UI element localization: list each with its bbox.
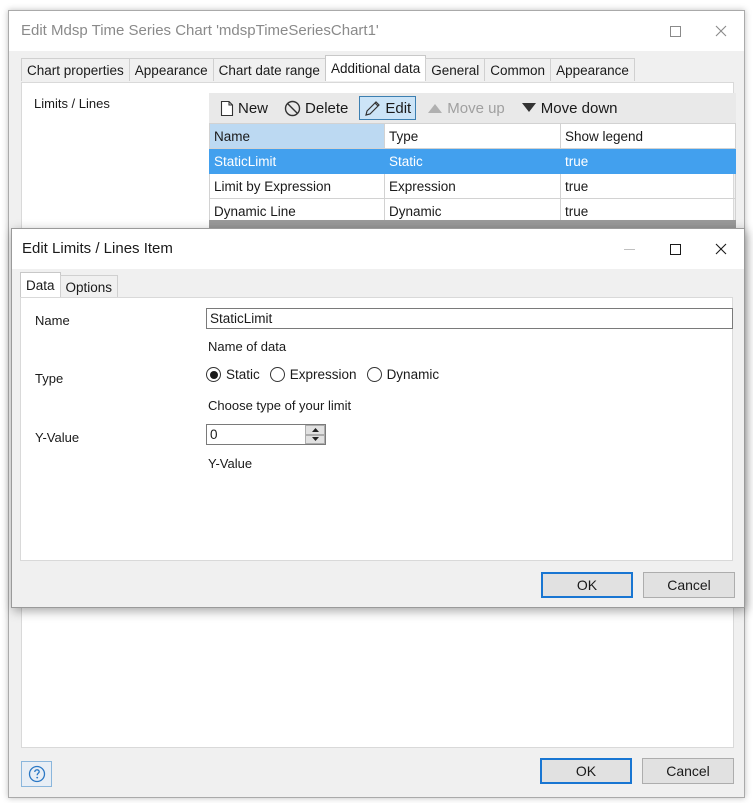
spin-down-button[interactable] [305,434,325,444]
delete-icon [284,100,301,117]
move-down-button[interactable]: Move down [516,96,623,120]
tab-common[interactable]: Common [484,58,552,81]
inner-titlebar: Edit Limits / Lines Item [12,229,744,269]
table-row[interactable]: Limit by Expression Expression true [209,173,736,199]
minimize-icon [623,248,635,250]
outer-titlebar: Edit Mdsp Time Series Chart 'mdspTimeSer… [9,11,744,51]
limits-table: Name Type Show legend StaticLimit Static… [209,123,736,224]
type-label: Type [35,371,64,386]
name-label: Name [35,313,70,328]
column-header-name[interactable]: Name [209,123,385,149]
radio-expression[interactable]: Expression [269,367,357,382]
outer-window-title: Edit Mdsp Time Series Chart 'mdspTimeSer… [21,22,379,39]
edit-limits-item-dialog: Edit Limits / Lines Item Data Options Na… [11,228,745,608]
name-hint: Name of data [208,339,287,354]
new-document-icon [220,100,234,117]
tab-appearance-2[interactable]: Appearance [550,58,635,81]
column-header-show-legend[interactable]: Show legend [560,123,736,149]
type-radio-group: Static Expression Dynamic [206,367,449,382]
tab-data[interactable]: Data [20,272,61,298]
close-icon [715,25,727,37]
inner-cancel-button[interactable]: Cancel [643,572,735,598]
inner-tab-bar: Data Options [20,272,119,298]
radio-dynamic-indicator[interactable] [366,367,382,382]
inner-ok-button[interactable]: OK [541,572,633,598]
outer-cancel-button[interactable]: Cancel [642,758,734,784]
table-row[interactable]: StaticLimit Static true [209,148,736,174]
delete-button[interactable]: Delete [279,96,353,120]
name-input[interactable] [206,308,733,329]
tab-options[interactable]: Options [59,275,119,298]
pencil-icon [364,100,381,117]
outer-close-button[interactable] [698,11,744,51]
outer-maximize-button[interactable] [652,11,698,51]
outer-tab-bar: Chart properties Appearance Chart date r… [21,55,635,82]
close-icon [715,243,727,255]
tab-chart-date-range[interactable]: Chart date range [212,58,326,81]
tab-chart-properties[interactable]: Chart properties [21,58,130,81]
maximize-icon [669,25,681,37]
yvalue-spinner [305,425,325,444]
radio-expression-indicator[interactable] [269,367,285,382]
outer-ok-button[interactable]: OK [540,758,632,784]
move-up-button[interactable]: Move up [422,96,510,120]
inner-close-button[interactable] [698,229,744,269]
yvalue-label: Y-Value [35,430,80,445]
arrow-down-icon [521,102,537,114]
yvalue-hint: Y-Value [208,456,253,471]
arrow-up-icon [427,102,443,114]
cell-type: Expression [384,173,561,199]
new-button[interactable]: New [215,96,273,120]
maximize-icon [669,243,681,255]
help-button[interactable] [21,761,52,787]
cell-name: StaticLimit [209,148,385,174]
radio-static-indicator[interactable] [206,367,221,382]
radio-dynamic[interactable]: Dynamic [366,367,439,382]
tab-general[interactable]: General [425,58,486,81]
cell-name: Limit by Expression [209,173,385,199]
limits-toolbar: New Delete Edit Move up Move down [209,93,736,123]
tab-appearance[interactable]: Appearance [128,58,214,81]
cell-show-legend: true [560,148,736,174]
tab-additional-data[interactable]: Additional data [324,55,427,81]
spin-up-button[interactable] [305,425,325,435]
help-icon [28,765,45,783]
data-panel: Name Name of data Type Static Expression… [20,297,733,561]
inner-maximize-button[interactable] [652,229,698,269]
type-hint: Choose type of your limit [208,398,352,413]
inner-window-title: Edit Limits / Lines Item [22,240,173,257]
edit-button[interactable]: Edit [359,96,417,120]
limits-lines-label: Limits / Lines [34,96,110,111]
inner-minimize-button[interactable] [606,229,652,269]
spin-down-icon [311,437,319,442]
cell-show-legend: true [560,173,736,199]
cell-type: Static [384,148,561,174]
column-header-type[interactable]: Type [384,123,561,149]
spin-up-icon [311,427,319,432]
radio-static[interactable]: Static [206,367,260,382]
